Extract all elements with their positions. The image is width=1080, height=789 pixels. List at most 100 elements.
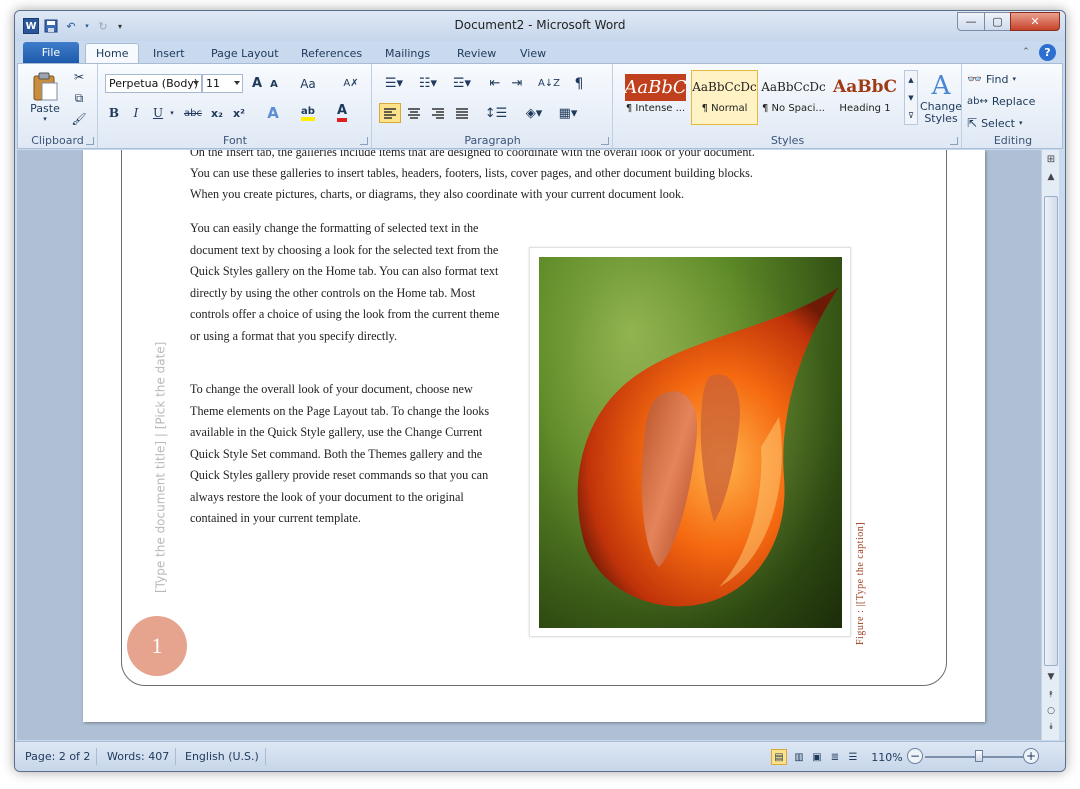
zoom-out-icon[interactable]: − bbox=[907, 748, 923, 764]
find-dropdown-icon[interactable]: ▾ bbox=[1013, 75, 1017, 83]
close-button[interactable]: ✕ bbox=[1010, 12, 1060, 31]
styles-scroll-up-icon[interactable]: ▲ bbox=[905, 71, 917, 88]
minimize-button[interactable]: — bbox=[957, 12, 985, 31]
align-center-icon[interactable] bbox=[403, 103, 425, 123]
bold-button[interactable]: B bbox=[105, 103, 123, 123]
style-intense[interactable]: AaBbC ¶ Intense ... bbox=[622, 70, 689, 125]
vertical-scrollbar[interactable]: ⊞ ▲ ▼ ⯭ ○ ⯯ bbox=[1041, 150, 1059, 740]
minimize-ribbon-icon[interactable]: ⌃ bbox=[1019, 45, 1033, 59]
justify-icon[interactable] bbox=[451, 103, 473, 123]
zoom-slider-thumb[interactable] bbox=[974, 750, 983, 762]
style-heading-1[interactable]: AaBbC Heading 1 bbox=[829, 70, 901, 125]
change-styles-button[interactable]: A Change Styles bbox=[920, 68, 962, 128]
align-left-icon[interactable] bbox=[379, 103, 401, 123]
body-text-line-2[interactable]: When you create pictures, charts, or dia… bbox=[190, 184, 890, 206]
zoom-in-icon[interactable]: + bbox=[1023, 748, 1039, 764]
page-count[interactable]: Page: 2 of 2 bbox=[19, 748, 98, 765]
flower-photo[interactable] bbox=[539, 257, 842, 628]
subscript-button[interactable]: x₂ bbox=[207, 103, 227, 123]
grow-font-button[interactable]: A bbox=[249, 74, 265, 93]
font-name-combo[interactable]: Perpetua (Body) bbox=[105, 74, 202, 93]
styles-scroll-down-icon[interactable]: ▼ bbox=[905, 89, 917, 106]
scroll-up-icon[interactable]: ▲ bbox=[1043, 170, 1059, 184]
document-page[interactable]: On the Insert tab, the galleries include… bbox=[83, 150, 985, 722]
shrink-font-button[interactable]: A bbox=[267, 76, 281, 93]
bullets-icon[interactable]: ☰▾ bbox=[379, 74, 409, 93]
multilevel-list-icon[interactable]: ☲▾ bbox=[447, 74, 477, 93]
tab-references[interactable]: References bbox=[291, 43, 372, 63]
paragraph-dialog-launcher[interactable] bbox=[601, 137, 609, 145]
scroll-thumb[interactable] bbox=[1044, 196, 1058, 666]
document-area[interactable]: On the Insert tab, the galleries include… bbox=[17, 150, 1041, 740]
numbering-icon[interactable]: ☷▾ bbox=[413, 74, 443, 93]
borders-icon[interactable]: ▦▾ bbox=[553, 103, 583, 123]
body-paragraph-2[interactable]: You can easily change the formatting of … bbox=[190, 218, 508, 347]
font-name-dropdown-icon[interactable] bbox=[193, 81, 199, 85]
format-painter-icon[interactable]: 🖌 bbox=[70, 110, 88, 128]
cut-icon[interactable]: ✂ bbox=[70, 68, 88, 86]
body-text-partial-line[interactable]: On the Insert tab, the galleries include… bbox=[190, 150, 890, 164]
next-page-icon[interactable]: ⯯ bbox=[1043, 720, 1059, 734]
strikethrough-button[interactable]: abc bbox=[181, 103, 205, 123]
underline-dropdown-icon[interactable]: ▾ bbox=[167, 103, 177, 123]
text-effects-button[interactable]: A bbox=[259, 103, 287, 123]
increase-indent-icon[interactable]: ⇥ bbox=[507, 74, 527, 93]
word-count[interactable]: Words: 407 bbox=[101, 748, 177, 765]
tab-home[interactable]: Home bbox=[85, 43, 140, 63]
select-button[interactable]: ⇱ Select ▾ bbox=[967, 114, 1023, 132]
line-spacing-icon[interactable]: ↕☰ bbox=[481, 103, 511, 123]
sort-button[interactable]: A↓Z bbox=[537, 74, 561, 93]
styles-dialog-launcher[interactable] bbox=[950, 137, 958, 145]
tab-mailings[interactable]: Mailings bbox=[375, 43, 440, 63]
clipboard-group: Paste ▾ ✂ ⧉ 🖌 Clipboard bbox=[18, 64, 98, 148]
scroll-down-icon[interactable]: ▼ bbox=[1043, 670, 1059, 684]
style-normal[interactable]: AaBbCcDc ¶ Normal bbox=[691, 70, 758, 125]
figure-frame[interactable] bbox=[529, 247, 851, 637]
font-size-dropdown-icon[interactable] bbox=[234, 81, 240, 85]
title-date-placeholder[interactable]: [Type the document title] | [Pick the da… bbox=[153, 335, 168, 600]
outline-icon[interactable]: ≣ bbox=[827, 749, 843, 765]
figure-caption[interactable]: Figure : |[Type the caption] bbox=[855, 475, 869, 645]
print-layout-icon[interactable]: ▤ bbox=[771, 749, 787, 765]
superscript-button[interactable]: x² bbox=[229, 103, 249, 123]
language-indicator[interactable]: English (U.S.) bbox=[179, 748, 266, 765]
copy-icon[interactable]: ⧉ bbox=[70, 89, 88, 107]
paste-button[interactable]: Paste ▾ bbox=[26, 68, 64, 126]
clipboard-dialog-launcher[interactable] bbox=[86, 137, 94, 145]
clear-formatting-icon[interactable]: A✗ bbox=[341, 74, 361, 93]
body-text-line-1[interactable]: You can use these galleries to insert ta… bbox=[190, 163, 890, 185]
previous-page-icon[interactable]: ⯭ bbox=[1043, 688, 1059, 702]
tab-view[interactable]: View bbox=[510, 43, 556, 63]
anthurium-flower-image bbox=[539, 257, 842, 628]
decrease-indent-icon[interactable]: ⇤ bbox=[485, 74, 505, 93]
web-layout-icon[interactable]: ▣ bbox=[809, 749, 825, 765]
body-paragraph-3[interactable]: To change the overall look of your docum… bbox=[190, 379, 508, 530]
find-button[interactable]: 👓 Find ▾ bbox=[967, 70, 1016, 88]
paste-dropdown-icon[interactable]: ▾ bbox=[43, 115, 47, 123]
draft-icon[interactable]: ☰ bbox=[845, 749, 861, 765]
style-no-spacing[interactable]: AaBbCcDc ¶ No Spaci... bbox=[760, 70, 827, 125]
font-dialog-launcher[interactable] bbox=[360, 137, 368, 145]
font-color-button[interactable]: A bbox=[327, 103, 357, 123]
full-screen-reading-icon[interactable]: ▥ bbox=[791, 749, 807, 765]
replace-button[interactable]: ab↔ Replace bbox=[967, 92, 1035, 110]
select-dropdown-icon[interactable]: ▾ bbox=[1019, 119, 1023, 127]
maximize-button[interactable]: ▢ bbox=[984, 12, 1011, 31]
tab-insert[interactable]: Insert bbox=[143, 43, 195, 63]
tab-review[interactable]: Review bbox=[447, 43, 506, 63]
ruler-toggle-icon[interactable]: ⊞ bbox=[1043, 152, 1059, 166]
italic-button[interactable]: I bbox=[127, 103, 145, 123]
change-case-button[interactable]: Aa bbox=[295, 74, 321, 93]
help-icon[interactable]: ? bbox=[1039, 44, 1056, 61]
highlight-button[interactable]: ab bbox=[293, 103, 323, 123]
font-size-combo[interactable]: 11 bbox=[202, 74, 243, 93]
tab-file[interactable]: File bbox=[23, 42, 79, 63]
styles-more-icon[interactable]: ⊽ bbox=[905, 107, 917, 124]
shading-icon[interactable]: ◈▾ bbox=[519, 103, 549, 123]
align-right-icon[interactable] bbox=[427, 103, 449, 123]
underline-button[interactable]: U bbox=[149, 103, 167, 123]
browse-object-icon[interactable]: ○ bbox=[1043, 704, 1059, 718]
tab-page-layout[interactable]: Page Layout bbox=[201, 43, 289, 63]
zoom-level[interactable]: 110% bbox=[867, 749, 907, 765]
show-marks-button[interactable]: ¶ bbox=[569, 74, 589, 93]
